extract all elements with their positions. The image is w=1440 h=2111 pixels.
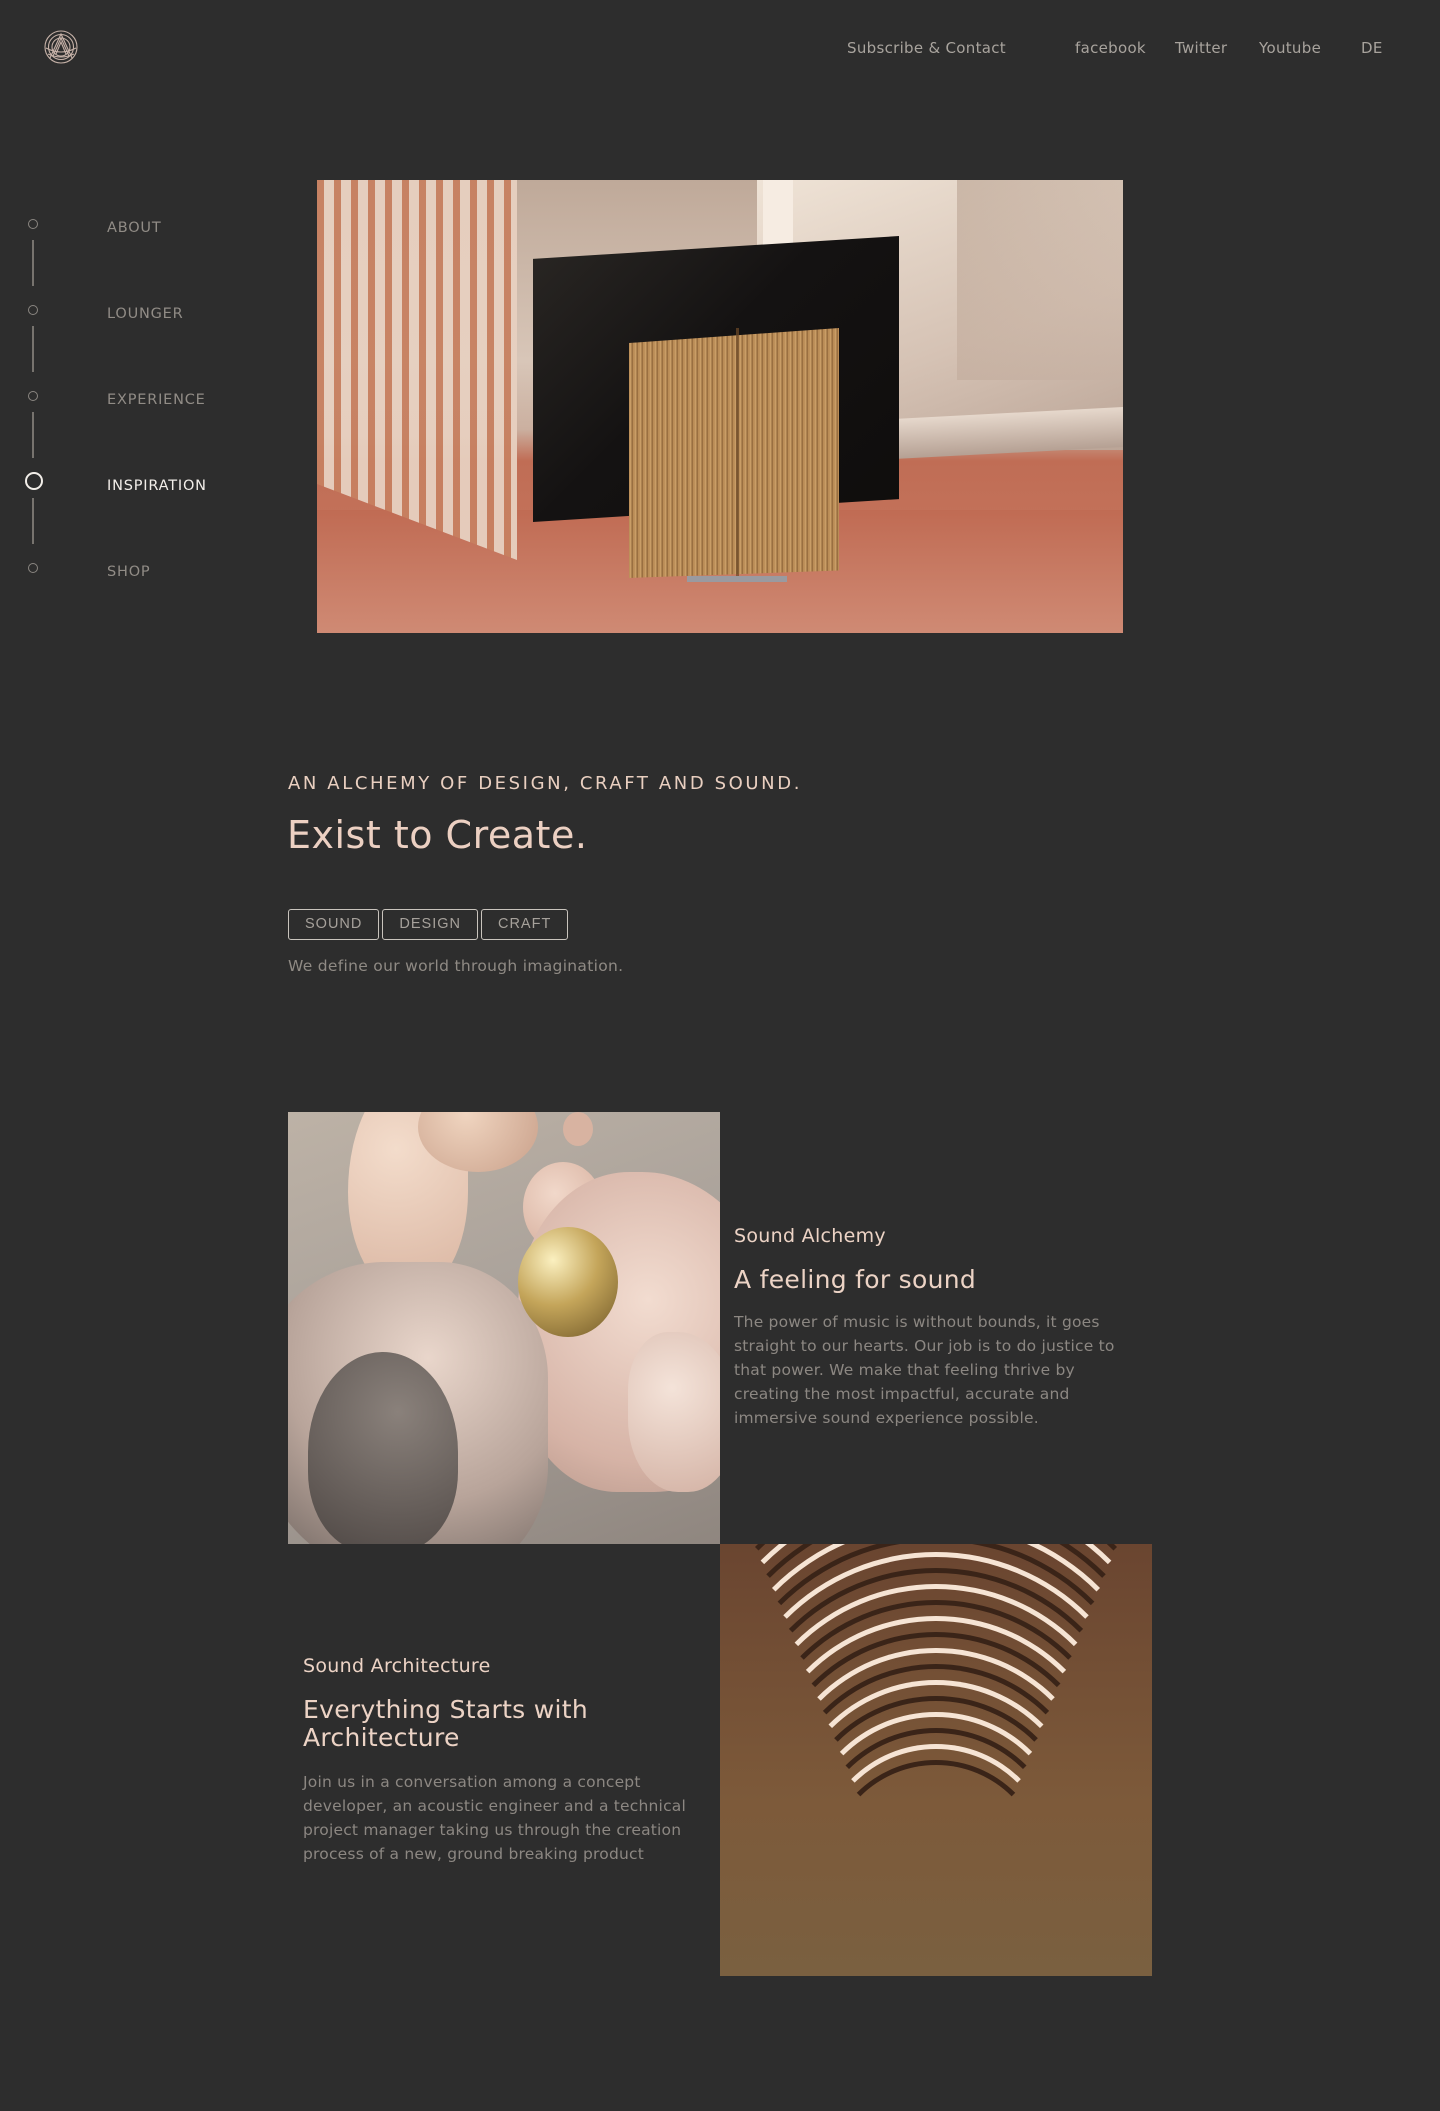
intro-subtitle: We define our world through imagination. xyxy=(288,957,624,975)
hero-speaker-seam xyxy=(736,328,739,578)
intro-headline: Exist to Create. xyxy=(287,813,588,857)
sidenav-item-experience[interactable]: EXPERIENCE xyxy=(107,392,206,408)
progress-dot-about[interactable] xyxy=(28,219,38,229)
sidenav-item-inspiration[interactable]: INSPIRATION xyxy=(107,478,207,494)
progress-dot-inspiration[interactable] xyxy=(25,472,43,490)
hero-shadow xyxy=(957,180,1123,380)
sound-architecture-image xyxy=(720,1544,1152,1976)
hero-image-speaker xyxy=(317,180,1123,633)
tag-design-button[interactable]: DESIGN xyxy=(382,909,478,940)
sidenav-item-about[interactable]: ABOUT xyxy=(107,220,162,236)
blob-shape xyxy=(308,1352,458,1544)
page: Subscribe & Contact facebook Twitter You… xyxy=(0,0,1440,2111)
hero-slats xyxy=(317,180,517,560)
progress-line xyxy=(32,326,34,372)
nav-youtube[interactable]: Youtube xyxy=(1259,40,1321,56)
progress-line xyxy=(32,240,34,286)
feature-body: The power of music is without bounds, it… xyxy=(734,1313,1115,1427)
blob-shape xyxy=(563,1112,593,1146)
feature-kicker: Sound Alchemy xyxy=(734,1225,886,1247)
progress-dot-shop[interactable] xyxy=(28,563,38,573)
tag-list: SOUND DESIGN CRAFT xyxy=(288,909,569,940)
tag-sound-button[interactable]: SOUND xyxy=(288,909,380,940)
sidenav-item-lounger[interactable]: LOUNGER xyxy=(107,306,184,322)
sound-alchemy-image xyxy=(288,1112,720,1544)
feature-body: Join us in a conversation among a concep… xyxy=(303,1773,686,1863)
language-switch-de[interactable]: DE xyxy=(1361,40,1383,56)
sidenav-item-shop[interactable]: SHOP xyxy=(107,564,150,580)
blob-shape xyxy=(628,1332,720,1492)
progress-dot-experience[interactable] xyxy=(28,391,38,401)
hero-speaker-stand xyxy=(687,576,787,582)
nav-facebook[interactable]: facebook xyxy=(1075,40,1146,56)
intro-eyebrow: AN ALCHEMY OF DESIGN, CRAFT AND SOUND. xyxy=(288,773,803,794)
gold-sphere xyxy=(518,1227,618,1337)
brand-logo-icon[interactable] xyxy=(40,26,82,68)
feature-kicker: Sound Architecture xyxy=(303,1655,491,1677)
hero-speaker xyxy=(629,328,839,578)
tag-craft-button[interactable]: CRAFT xyxy=(480,909,569,940)
wood-ring xyxy=(824,1760,1048,1976)
progress-line xyxy=(32,412,34,458)
progress-dot-lounger[interactable] xyxy=(28,305,38,315)
progress-line xyxy=(32,498,34,544)
feature-title: A feeling for sound xyxy=(734,1265,977,1294)
feature-title: Everything Starts with Architecture xyxy=(303,1695,588,1752)
nav-subscribe-contact[interactable]: Subscribe & Contact xyxy=(847,40,1006,56)
nav-twitter[interactable]: Twitter xyxy=(1175,40,1227,56)
